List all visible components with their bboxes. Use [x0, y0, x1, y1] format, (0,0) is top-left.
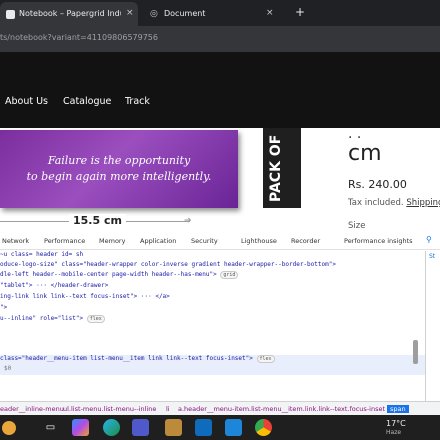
- flex-badge[interactable]: flex: [86, 315, 105, 323]
- styles-tab[interactable]: St: [429, 253, 435, 260]
- tab-network[interactable]: Network: [2, 237, 29, 245]
- nav-about-us[interactable]: About Us: [5, 96, 48, 107]
- tab-security[interactable]: Security: [191, 237, 218, 245]
- banner-quote-line-1: Failure is the opportunity: [47, 154, 191, 167]
- tab-application[interactable]: Application: [140, 237, 176, 245]
- shipping-link[interactable]: Shipping: [406, 198, 440, 208]
- teams-icon[interactable]: [132, 419, 149, 436]
- outlook-icon[interactable]: [195, 419, 212, 436]
- code-line[interactable]: ing-link link link--text focus-inset"> ·…: [0, 293, 170, 300]
- address-bar[interactable]: ts/notebook?variant=41109806579756: [0, 26, 440, 52]
- breadcrumb-item[interactable]: a.header__menu-item.list-menu__item.link…: [178, 405, 385, 413]
- tax-note: Tax included. Shipping: [348, 198, 440, 208]
- tab-performance-insights[interactable]: Performance insights: [344, 237, 413, 245]
- browser-tab-strip: Notebook – Papergrid Industries × ◎ Docu…: [0, 0, 440, 26]
- code-line[interactable]: ~u class= header id= sh: [0, 251, 83, 258]
- tab-document[interactable]: ◎ Document ×: [142, 2, 274, 26]
- banner-quote-line-2: to begin again more intelligently.: [26, 170, 212, 183]
- code-line[interactable]: oduce-logo-size" class="header-wrapper c…: [0, 261, 336, 268]
- file-explorer-icon[interactable]: [165, 419, 182, 436]
- globe-icon: ◎: [150, 9, 158, 19]
- tab-recorder[interactable]: Recorder: [291, 237, 320, 245]
- breadcrumb-item-active[interactable]: span: [387, 405, 409, 413]
- tax-text: Tax included.: [348, 198, 404, 208]
- tab-close-icon[interactable]: ×: [126, 8, 134, 18]
- tab-title: Notebook – Papergrid Industries: [19, 9, 121, 18]
- tab-title: Document: [164, 9, 206, 18]
- code-line-selected-ref: $0: [0, 365, 425, 375]
- site-header: About Us Catalogue Track: [0, 52, 440, 128]
- chrome-icon[interactable]: [255, 419, 272, 436]
- grid-badge[interactable]: grid: [220, 271, 239, 279]
- devtools-panel: Network Performance Memory Application S…: [0, 233, 440, 415]
- pack-text: PACK OF: [268, 134, 284, 202]
- product-price: Rs. 240.00: [348, 178, 407, 191]
- url-text[interactable]: ts/notebook?variant=41109806579756: [0, 33, 158, 42]
- elements-scrollbar[interactable]: [413, 340, 418, 364]
- devtools-tabs: Network Performance Memory Application S…: [0, 233, 440, 250]
- web-page: About Us Catalogue Track Failure is the …: [0, 52, 440, 233]
- code-line-selected[interactable]: class="header__menu-item list-menu__item…: [0, 355, 425, 365]
- size-label: Size: [348, 221, 366, 231]
- styles-pane: St: [425, 251, 440, 401]
- product-dimension-unit: cm: [348, 141, 382, 166]
- weather-temp[interactable]: 17°C: [386, 419, 406, 428]
- code-line[interactable]: dle-left header--mobile-center page-widt…: [0, 271, 239, 279]
- new-tab-button[interactable]: +: [295, 5, 305, 19]
- tab-lighthouse[interactable]: Lighthouse: [241, 237, 277, 245]
- nav-catalogue[interactable]: Catalogue: [63, 96, 111, 107]
- arrow-right-icon: ➔: [184, 216, 192, 226]
- taskview-icon[interactable]: ▭: [42, 419, 59, 436]
- copilot-icon[interactable]: [72, 419, 89, 436]
- code-line[interactable]: ">: [0, 304, 7, 311]
- weather-condition: Haze: [386, 429, 402, 436]
- code-line[interactable]: u--inline" role="list"> flex: [0, 315, 105, 323]
- breadcrumb: eader__inline-menu ul.list-menu.list-men…: [0, 401, 440, 415]
- breadcrumb-item[interactable]: li: [166, 405, 170, 413]
- vscode-icon[interactable]: [225, 419, 242, 436]
- flex-badge[interactable]: flex: [256, 355, 275, 363]
- taskbar: ▭ 17°C Haze: [0, 415, 440, 440]
- nav-track[interactable]: Track: [125, 96, 150, 107]
- tab-close-icon[interactable]: ×: [266, 8, 274, 18]
- tab-notebook[interactable]: Notebook – Papergrid Industries ×: [0, 2, 138, 26]
- insights-icon[interactable]: ⚲: [426, 235, 432, 244]
- product-image-banner: Failure is the opportunity to begin agai…: [0, 130, 238, 208]
- site-favicon-icon: [6, 10, 15, 19]
- weather-icon[interactable]: [2, 421, 16, 435]
- measure-label: 15.5 cm: [69, 214, 126, 227]
- elements-tree[interactable]: ~u class= header id= sh oduce-logo-size"…: [0, 251, 425, 401]
- breadcrumb-item[interactable]: eader__inline-menu: [0, 405, 64, 413]
- tab-performance[interactable]: Performance: [44, 237, 85, 245]
- breadcrumb-item[interactable]: ul.list-menu.list-menu--inline: [63, 405, 156, 413]
- edge-icon[interactable]: [103, 419, 120, 436]
- tab-memory[interactable]: Memory: [99, 237, 125, 245]
- code-line[interactable]: "tablet"> ··· </header-drawer>: [0, 282, 108, 289]
